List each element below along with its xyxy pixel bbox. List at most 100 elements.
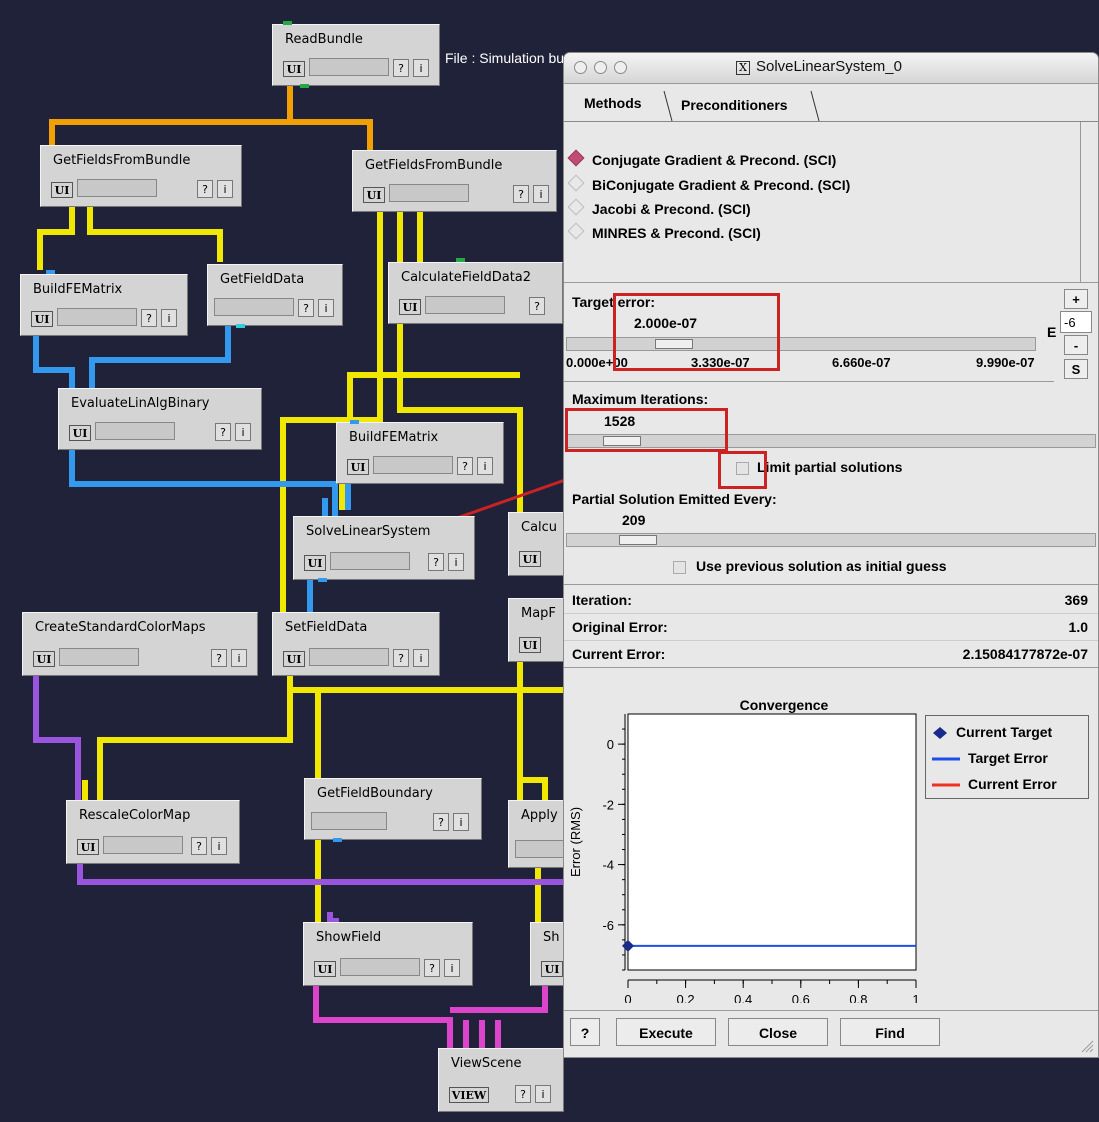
module-getfieldboundary[interactable]: GetFieldBoundary ? i [304,778,482,840]
ui-button[interactable]: UI [541,961,563,977]
close-window-button[interactable] [574,61,587,74]
slider-thumb[interactable] [619,535,657,545]
ui-button[interactable]: UI [399,299,421,315]
info-button[interactable]: i [444,959,460,977]
help-button[interactable]: ? [215,423,231,441]
ui-button[interactable]: UI [51,182,73,198]
help-button[interactable]: ? [393,649,409,667]
ui-button[interactable]: UI [304,555,326,571]
module-viewscene[interactable]: ViewScene VIEW ? i [438,1048,564,1112]
module-evaluatelinalgbinary[interactable]: EvaluateLinAlgBinary UI ? i [58,388,262,450]
ui-button[interactable]: UI [283,651,305,667]
limit-partial-checkbox[interactable] [736,462,749,475]
progress-bar [340,958,420,976]
ui-button[interactable]: UI [519,637,541,653]
module-buildfematrix-2[interactable]: BuildFEMatrix UI ? i [336,422,504,484]
module-apply[interactable]: Apply [508,800,569,868]
module-title: Apply [521,808,558,823]
module-mapf[interactable]: MapF UI [508,598,568,662]
help-button[interactable]: ? [211,649,227,667]
module-calcu[interactable]: Calcu UI [508,512,568,576]
module-buildfematrix-1[interactable]: BuildFEMatrix UI ? i [20,274,188,336]
execute-button[interactable]: Execute [616,1018,716,1046]
x-tick-label: 0.2 [677,992,695,1003]
info-button[interactable]: i [448,553,464,571]
zoom-window-button[interactable] [614,61,627,74]
ui-button[interactable]: UI [363,187,385,203]
help-button[interactable]: ? [570,1018,600,1046]
help-button[interactable]: ? [197,180,213,198]
plot-area [627,713,917,971]
help-button[interactable]: ? [424,959,440,977]
method-option[interactable]: MINRES & Precond. (SCI) [567,222,761,241]
info-button[interactable]: i [413,649,429,667]
method-option[interactable]: Jacobi & Precond. (SCI) [567,198,751,217]
info-button[interactable]: i [217,180,233,198]
info-button[interactable]: i [413,59,429,77]
module-calculatefielddata2[interactable]: CalculateFieldData2 UI ? [388,262,563,324]
partial-every-slider[interactable] [566,533,1096,547]
resize-grip-icon[interactable] [1080,1039,1094,1053]
help-button[interactable]: ? [191,837,207,855]
tab-preconditioners[interactable]: Preconditioners [681,97,788,113]
slider-thumb[interactable] [603,436,641,446]
help-button[interactable]: ? [513,185,529,203]
info-button[interactable]: i [477,457,493,475]
ui-button[interactable]: UI [31,311,53,327]
exponent-minus-button[interactable]: - [1064,335,1088,355]
find-button[interactable]: Find [840,1018,940,1046]
view-button[interactable]: VIEW [449,1087,489,1103]
ui-button[interactable]: UI [77,839,99,855]
minimize-window-button[interactable] [594,61,607,74]
help-button[interactable]: ? [457,457,473,475]
methods-list: Conjugate Gradient & Precond. (SCI) BiCo… [564,122,1080,280]
ui-button[interactable]: UI [33,651,55,667]
help-button[interactable]: ? [393,59,409,77]
ui-button[interactable]: UI [283,61,305,77]
module-title: EvaluateLinAlgBinary [71,396,210,411]
exponent-plus-button[interactable]: + [1064,289,1088,309]
module-readbundle[interactable]: ReadBundle UI ? i [272,24,440,86]
help-button[interactable]: ? [428,553,444,571]
ui-button[interactable]: UI [69,425,91,441]
progress-bar [425,296,505,314]
module-getfielddata[interactable]: GetFieldData ? i [207,264,343,326]
help-button[interactable]: ? [433,813,449,831]
module-getfieldsfrombundle-1[interactable]: GetFieldsFromBundle UI ? i [40,145,242,207]
method-option[interactable]: Conjugate Gradient & Precond. (SCI) [567,149,836,168]
target-error-slider[interactable] [566,337,1036,351]
module-getfieldsfrombundle-2[interactable]: GetFieldsFromBundle UI ? i [352,150,557,212]
info-button[interactable]: i [318,299,334,317]
tab-methods[interactable]: Methods [584,95,642,111]
module-showfield[interactable]: ShowField UI ? i [303,922,473,986]
info-button[interactable]: i [211,837,227,855]
use-previous-checkbox[interactable] [673,561,686,574]
progress-bar [103,836,183,854]
ui-button[interactable]: UI [519,551,541,567]
info-button[interactable]: i [533,185,549,203]
module-rescalecolormap[interactable]: RescaleColorMap UI ? i [66,800,240,864]
info-button[interactable]: i [231,649,247,667]
module-setfielddata[interactable]: SetFieldData UI ? i [272,612,440,676]
help-button[interactable]: ? [515,1085,531,1103]
close-button[interactable]: Close [728,1018,828,1046]
exponent-field[interactable]: -6 [1060,311,1092,333]
info-button[interactable]: i [235,423,251,441]
port [300,84,309,88]
method-option[interactable]: BiConjugate Gradient & Precond. (SCI) [567,174,850,193]
ui-button[interactable]: UI [347,459,369,475]
ui-button[interactable]: UI [314,961,336,977]
help-button[interactable]: ? [141,309,157,327]
help-button[interactable]: ? [529,297,545,315]
info-button[interactable]: i [161,309,177,327]
module-createstandardcolormaps[interactable]: CreateStandardColorMaps UI ? i [22,612,258,676]
max-iterations-slider[interactable] [566,434,1096,448]
slider-thumb[interactable] [655,339,693,349]
window-titlebar[interactable]: X SolveLinearSystem_0 [564,53,1098,84]
module-solvelinearsystem[interactable]: SolveLinearSystem UI ? i [293,516,475,580]
help-button[interactable]: ? [298,299,314,317]
methods-scrollbar[interactable] [1080,122,1098,282]
exponent-s-button[interactable]: S [1064,359,1088,379]
info-button[interactable]: i [535,1085,551,1103]
info-button[interactable]: i [453,813,469,831]
